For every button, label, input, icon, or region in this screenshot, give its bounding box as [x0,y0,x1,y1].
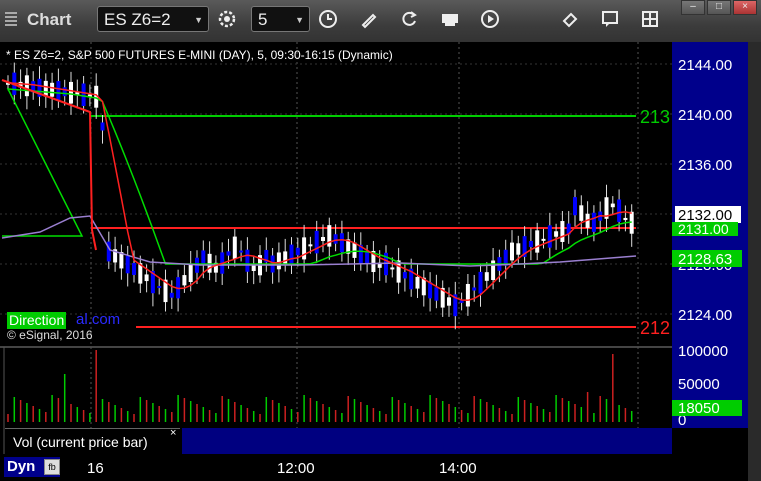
price-candle [24,75,29,97]
level-label-bottom: 212 [640,318,670,338]
price-axis[interactable] [672,42,748,342]
green-line-label: 2131.00 [678,221,729,237]
chart-window: Chart ES Z6=2 ▼ 5 ▼ – □ × 213 212 2144.0… [0,0,761,481]
price-candle [132,263,136,275]
volume-value-label: 18050 [678,400,720,417]
price-candle [465,284,470,307]
price-candle [289,244,294,265]
price-candle [390,267,395,270]
price-candle [447,297,451,306]
price-candle [573,197,577,216]
volume-study-label[interactable]: Vol (current price bar) [5,428,180,454]
price-candle [541,238,546,241]
price-candle [560,221,565,242]
price-candle [100,122,105,131]
price-axis-label: 2140.00 [678,107,732,124]
price-candle [591,212,596,232]
chart-info-line: * ES Z6=2, S&P 500 FUTURES E-MINI (DAY),… [6,48,393,62]
price-candle [182,275,187,286]
price-candle [339,233,344,253]
price-candle [535,230,540,253]
price-candle [56,81,61,101]
close-icon[interactable]: × [170,427,176,439]
price-candle [169,292,174,298]
scrollbar[interactable] [748,42,761,481]
price-candle [617,199,622,222]
price-candle [226,251,231,256]
price-candle [188,263,193,283]
time-label-1200: 12:00 [277,460,315,477]
price-candle [623,217,628,221]
price-candle [239,250,244,253]
price-candle [554,231,559,237]
price-candle [610,203,615,208]
price-candle [283,251,288,265]
price-candle [125,255,130,274]
price-candle [43,80,48,97]
price-candle [510,242,514,261]
price-candle [352,242,357,258]
price-candle [201,250,206,266]
price-candle [428,282,433,299]
price-candle [62,87,67,97]
price-candle [295,247,300,256]
dynamic-settings-icon[interactable]: fb [44,459,60,475]
volume-axis-label: 100000 [678,343,728,360]
time-label-16: 16 [87,460,104,477]
price-chart[interactable]: 213212 2144.002140.002136.002132.002128.… [0,0,761,481]
price-candle [276,252,281,270]
volume-axis-label: 50000 [678,376,720,393]
price-candle [434,287,439,301]
copyright-text: © eSignal, 2016 [7,328,93,342]
price-candle [478,271,483,294]
price-candle [69,81,73,104]
price-axis-label: 2124.00 [678,307,732,324]
price-axis-label: 2144.00 [678,57,732,74]
price-candle [144,274,149,282]
price-candle [365,252,370,264]
price-candle [245,249,250,272]
price-candle [528,240,533,248]
watermark-text: al.com [76,311,121,328]
watermark-box: Direction [7,312,67,329]
price-candle [321,237,325,241]
price-candle [579,205,584,221]
price-axis-label: 2136.00 [678,157,732,174]
price-candle [402,272,407,279]
time-label-1400: 14:00 [439,460,477,477]
price-candle [314,230,319,254]
price-candle [232,236,237,260]
time-axis[interactable] [0,454,761,481]
price-candle [516,243,521,255]
volume-study-bar [182,428,672,454]
level-label-top: 213 [640,107,670,127]
price-candle [472,287,477,291]
price-candle [333,234,338,244]
ma-value-label: 2128.63 [678,251,732,268]
price-candle [547,225,552,248]
price-candle [484,272,489,281]
price-candle [81,83,86,106]
price-candle [308,244,313,247]
price-candle [157,286,162,289]
price-candle [50,82,55,97]
price-candle [415,276,420,289]
